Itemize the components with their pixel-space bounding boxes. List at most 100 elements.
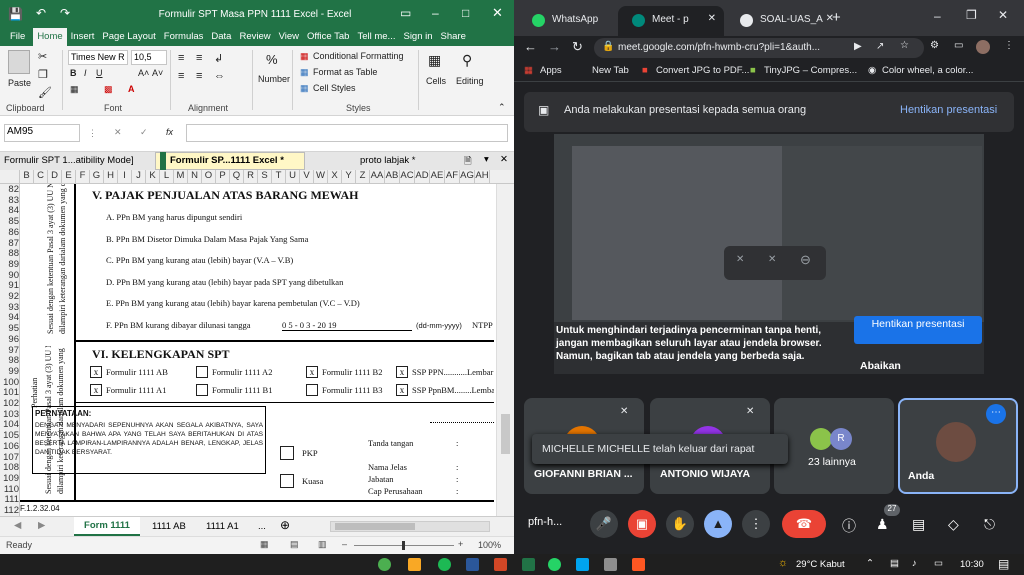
- pkp-checkbox[interactable]: [280, 446, 294, 460]
- enter-icon[interactable]: ✓: [140, 127, 148, 138]
- row-header[interactable]: 111: [0, 494, 19, 505]
- paste-icon[interactable]: [8, 50, 30, 74]
- column-header[interactable]: N: [188, 170, 202, 183]
- italic-icon[interactable]: I: [84, 68, 87, 78]
- column-header[interactable]: AH: [475, 170, 490, 183]
- checkbox[interactable]: x: [90, 384, 102, 396]
- tab-view[interactable]: View: [275, 28, 303, 46]
- bookmark-convert[interactable]: Convert JPG to PDF...: [656, 65, 749, 76]
- checkbox[interactable]: [196, 384, 208, 396]
- row-header[interactable]: 104: [0, 419, 19, 430]
- share-button[interactable]: Share: [437, 28, 470, 46]
- cells-button[interactable]: Cells: [426, 76, 446, 86]
- mic-button[interactable]: 🎤: [590, 510, 618, 538]
- tell-me[interactable]: Tell me...: [353, 28, 399, 46]
- menu-icon[interactable]: ⋮: [1004, 40, 1014, 51]
- self-tile[interactable]: ⋯ Anda: [898, 398, 1018, 494]
- column-header[interactable]: Y: [342, 170, 356, 183]
- clock[interactable]: 10:30: [960, 559, 984, 570]
- checkbox[interactable]: x: [396, 366, 408, 378]
- tab-insert[interactable]: Insert: [67, 28, 99, 46]
- app-icon[interactable]: [632, 558, 645, 571]
- column-header[interactable]: X: [328, 170, 342, 183]
- page-layout-view-icon[interactable]: ▤: [290, 539, 299, 550]
- zoom-thumb[interactable]: [402, 541, 405, 550]
- chat-icon[interactable]: ▤: [912, 516, 925, 533]
- row-header[interactable]: 88: [0, 248, 19, 259]
- row-header[interactable]: 85: [0, 216, 19, 227]
- column-header[interactable]: P: [216, 170, 230, 183]
- close-doc-icon[interactable]: ✕: [500, 154, 508, 165]
- column-header[interactable]: AG: [460, 170, 475, 183]
- checkbox[interactable]: x: [90, 366, 102, 378]
- underline-icon[interactable]: U: [96, 68, 103, 78]
- row-header[interactable]: 87: [0, 238, 19, 249]
- next-sheet-icon[interactable]: ▶: [38, 520, 45, 531]
- column-header[interactable]: G: [90, 170, 104, 183]
- folder-icon[interactable]: [408, 558, 421, 571]
- column-header[interactable]: C: [34, 170, 48, 183]
- weather-text[interactable]: 29°C Kabut: [796, 559, 845, 570]
- share-icon[interactable]: ↗: [876, 41, 884, 52]
- column-header[interactable]: I: [118, 170, 132, 183]
- row-header[interactable]: 83: [0, 195, 19, 206]
- table-icon[interactable]: ▦: [300, 67, 309, 78]
- column-header[interactable]: AB: [385, 170, 400, 183]
- column-header[interactable]: U: [286, 170, 300, 183]
- grow-font-icon[interactable]: A˄: [138, 68, 149, 78]
- chevron-down-icon[interactable]: ▾: [484, 154, 489, 165]
- battery-icon[interactable]: ▭: [934, 558, 943, 569]
- column-header[interactable]: AC: [400, 170, 415, 183]
- format-as-table[interactable]: Format as Table: [313, 67, 377, 77]
- column-header[interactable]: V: [300, 170, 314, 183]
- row-header[interactable]: 109: [0, 473, 19, 484]
- row-header[interactable]: 95: [0, 323, 19, 334]
- column-header[interactable]: O: [202, 170, 216, 183]
- column-header[interactable]: AA: [370, 170, 385, 183]
- column-header[interactable]: R: [244, 170, 258, 183]
- tab-file[interactable]: File: [0, 28, 33, 46]
- row-header[interactable]: 90: [0, 270, 19, 281]
- volume-icon[interactable]: ♪: [912, 558, 917, 569]
- more-options-button[interactable]: ⋮: [742, 510, 770, 538]
- column-header[interactable]: E: [62, 170, 76, 183]
- chrome-icon[interactable]: [378, 558, 391, 571]
- row-header[interactable]: 94: [0, 312, 19, 323]
- stop-presenting-button[interactable]: Hentikan presentasi: [854, 316, 982, 344]
- conditional-format-icon[interactable]: ▦: [300, 51, 309, 62]
- column-header[interactable]: B: [20, 170, 34, 183]
- zoom-out-icon[interactable]: –: [342, 539, 347, 549]
- add-sheet-icon[interactable]: ⊕: [280, 518, 290, 532]
- search-icon[interactable]: ⚲: [462, 52, 472, 69]
- cells-icon[interactable]: ▦: [428, 52, 441, 69]
- row-header[interactable]: 106: [0, 441, 19, 452]
- activities-icon[interactable]: ◇: [948, 516, 959, 533]
- row-header[interactable]: 86: [0, 227, 19, 238]
- column-header[interactable]: K: [146, 170, 160, 183]
- maximize-icon[interactable]: □: [462, 6, 469, 20]
- stop-presenting-link[interactable]: Hentikan presentasi: [900, 104, 997, 116]
- notification-icon[interactable]: ▤: [998, 557, 1009, 571]
- borders-icon[interactable]: ▦: [70, 84, 79, 95]
- bookmark-apps[interactable]: Apps: [540, 65, 562, 76]
- row-header[interactable]: 97: [0, 345, 19, 356]
- tab-home[interactable]: Home: [33, 28, 67, 46]
- undo-icon[interactable]: ↶: [36, 6, 46, 20]
- people-icon[interactable]: ♟: [876, 516, 889, 533]
- back-icon[interactable]: ←: [524, 39, 537, 54]
- avatar[interactable]: [976, 40, 990, 54]
- paste-label[interactable]: Paste: [8, 78, 31, 88]
- conditional-formatting[interactable]: Conditional Formatting: [313, 51, 404, 61]
- horizontal-scrollbar[interactable]: [330, 521, 490, 532]
- percent-icon[interactable]: %: [266, 52, 278, 67]
- sidebar-icon[interactable]: ▭: [954, 40, 963, 51]
- align-top-icon[interactable]: ≡: [178, 52, 184, 64]
- info-icon[interactable]: ⓘ: [842, 516, 856, 536]
- column-header[interactable]: D: [48, 170, 62, 183]
- row-header[interactable]: 107: [0, 452, 19, 463]
- camera-off-button[interactable]: ▣: [628, 510, 656, 538]
- vertical-scrollbar[interactable]: [496, 184, 514, 516]
- prev-sheet-icon[interactable]: ◀: [14, 520, 21, 531]
- number-format[interactable]: Number: [258, 74, 290, 84]
- raise-hand-button[interactable]: ✋: [666, 510, 694, 538]
